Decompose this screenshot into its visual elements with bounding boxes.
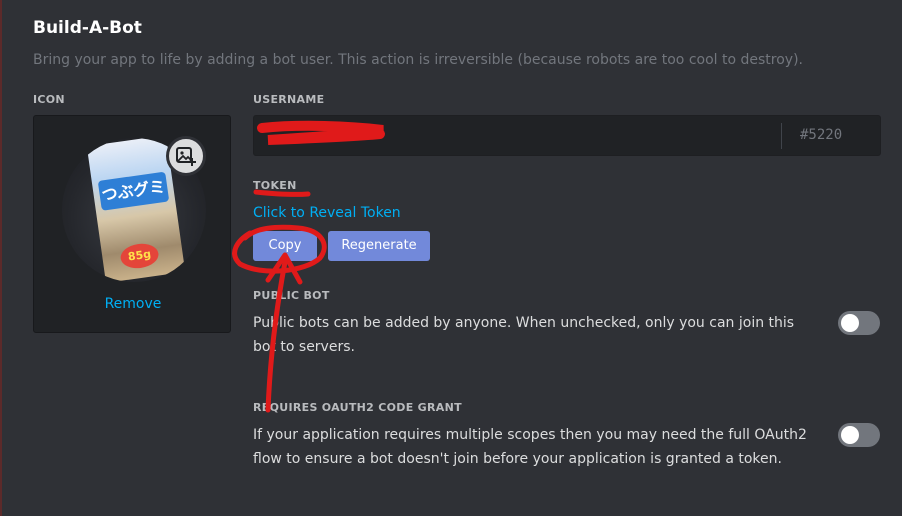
avatar-candy-text: つぶグミ — [97, 171, 170, 211]
add-image-icon — [176, 147, 196, 166]
add-image-button[interactable] — [166, 136, 206, 176]
regenerate-button[interactable]: Regenerate — [328, 231, 430, 261]
remove-icon-link[interactable]: Remove — [34, 296, 232, 312]
copy-button[interactable]: Copy — [253, 231, 317, 261]
oauth2-description: If your application requires multiple sc… — [253, 427, 807, 467]
public-bot-label: PUBLIC BOT — [253, 289, 330, 302]
page-subtitle: Bring your app to life by adding a bot u… — [33, 52, 803, 68]
icon-label: ICON — [33, 93, 65, 106]
reveal-token-link[interactable]: Click to Reveal Token — [253, 205, 401, 221]
oauth2-label: REQUIRES OAUTH2 CODE GRANT — [253, 401, 462, 414]
discriminator: #5220 — [800, 127, 843, 143]
public-bot-description: Public bots can be added by anyone. When… — [253, 315, 795, 355]
username-field[interactable]: #5220 — [253, 115, 881, 156]
page-title: Build-A-Bot — [33, 18, 142, 38]
avatar-candy-price: 85g — [119, 241, 161, 271]
toggle-knob — [841, 314, 859, 332]
username-divider — [781, 123, 782, 149]
token-underline-mark — [253, 189, 311, 197]
public-bot-toggle[interactable] — [838, 311, 880, 335]
oauth2-toggle[interactable] — [838, 423, 880, 447]
window-edge — [0, 0, 2, 516]
token-label: TOKEN — [253, 179, 297, 192]
toggle-knob — [841, 426, 859, 444]
bot-icon-panel: つぶグミ 85g Remove — [33, 115, 231, 333]
username-label: USERNAME — [253, 93, 325, 106]
